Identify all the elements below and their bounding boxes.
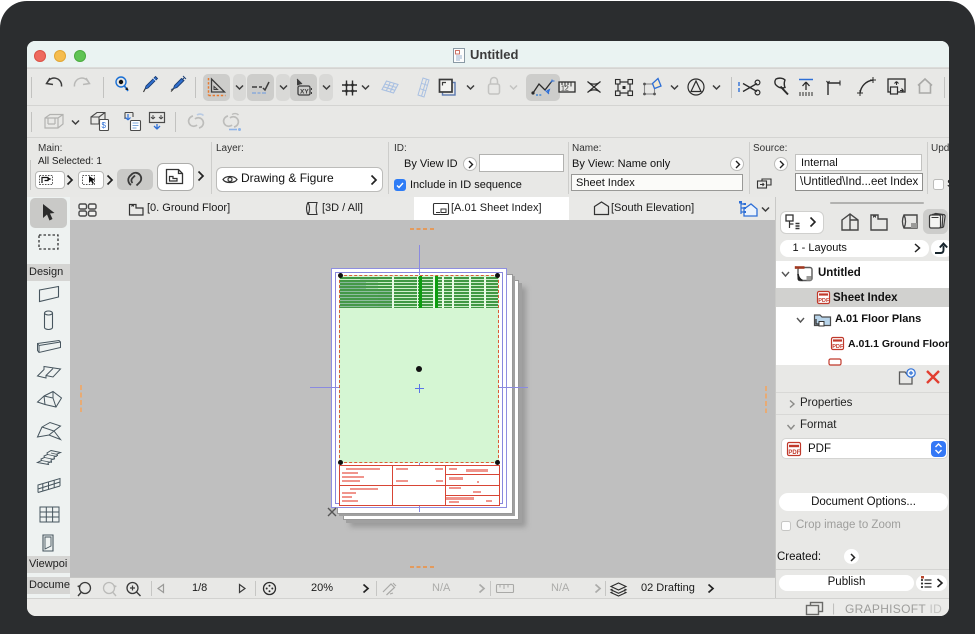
- svg-text:PDF: PDF: [832, 344, 844, 350]
- svg-text:XY: XY: [300, 89, 309, 96]
- svg-text:PDF: PDF: [818, 298, 830, 304]
- svg-text:$: $: [102, 121, 107, 130]
- svg-text:PDF: PDF: [788, 450, 800, 456]
- svg-text:12: 12: [561, 86, 569, 93]
